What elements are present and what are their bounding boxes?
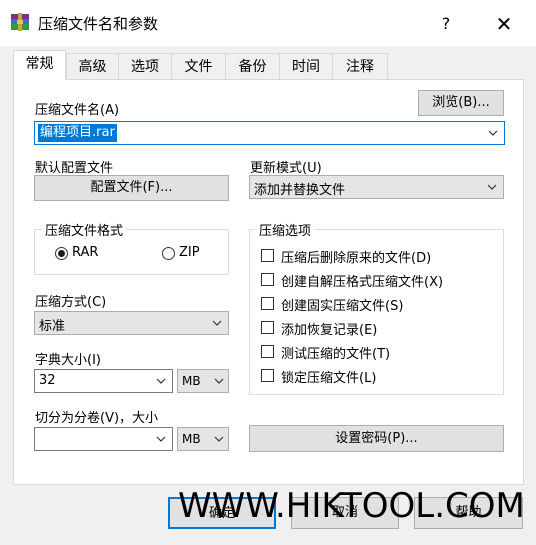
recovery-record-checkbox[interactable] — [261, 321, 274, 334]
test-files-label[interactable]: 测试压缩的文件(T) — [281, 343, 390, 362]
delete-after-label[interactable]: 压缩后删除原来的文件(D) — [281, 247, 431, 266]
archive-format-title: 压缩文件格式 — [42, 220, 127, 239]
update-mode-select[interactable]: 添加并替换文件 — [249, 175, 504, 199]
dictionary-unit-value: MB — [182, 374, 201, 388]
sfx-checkbox[interactable] — [261, 273, 274, 286]
tab-time[interactable]: 时间 — [279, 53, 333, 79]
winrar-app-icon — [11, 13, 29, 31]
split-unit-select[interactable]: MB — [177, 427, 229, 451]
sfx-label[interactable]: 创建自解压格式压缩文件(X) — [281, 271, 443, 290]
solid-archive-label[interactable]: 创建固实压缩文件(S) — [281, 295, 403, 314]
split-size-combo[interactable] — [34, 427, 173, 451]
lock-archive-label[interactable]: 锁定压缩文件(L) — [281, 367, 376, 386]
tab-files[interactable]: 文件 — [171, 53, 226, 79]
tab-advanced[interactable]: 高级 — [66, 53, 119, 79]
update-mode-value: 添加并替换文件 — [254, 183, 346, 198]
archive-options-title: 压缩选项 — [256, 220, 315, 239]
chevron-down-icon[interactable] — [155, 433, 167, 445]
dictionary-size-value[interactable]: 32 — [39, 373, 56, 388]
chevron-down-icon[interactable] — [155, 375, 167, 387]
set-password-button[interactable]: 设置密码(P)... — [249, 425, 504, 452]
tab-comment[interactable]: 注释 — [332, 53, 388, 79]
browse-button[interactable]: 浏览(B)... — [418, 90, 504, 116]
compression-method-label: 压缩方式(C) — [35, 295, 107, 310]
dictionary-size-label: 字典大小(I) — [35, 353, 101, 368]
rar-radio[interactable] — [55, 247, 68, 260]
lock-archive-checkbox[interactable] — [261, 369, 274, 382]
chevron-down-icon[interactable] — [487, 127, 499, 139]
dictionary-unit-select[interactable]: MB — [177, 369, 229, 393]
tab-general[interactable]: 常规 — [13, 50, 66, 80]
split-volumes-label: 切分为分卷(V)，大小 — [35, 411, 159, 426]
profile-button[interactable]: 配置文件(F)... — [34, 175, 229, 201]
archive-name-label: 压缩文件名(A) — [35, 103, 120, 118]
archive-name-input[interactable]: 编程项目.rar — [38, 124, 117, 142]
update-mode-label: 更新模式(U) — [250, 161, 322, 176]
chevron-down-icon — [214, 436, 224, 442]
tab-backup[interactable]: 备份 — [225, 53, 280, 79]
help-question-button[interactable]: ? — [432, 11, 460, 37]
archive-name-combo[interactable]: 编程项目.rar — [34, 121, 505, 145]
close-button[interactable]: ✕ — [486, 10, 522, 38]
compression-method-select[interactable]: 标准 — [34, 311, 229, 335]
watermark-text: WWW.HIKTOOL.COM — [178, 486, 525, 526]
chevron-down-icon — [212, 320, 222, 326]
tab-options[interactable]: 选项 — [118, 53, 172, 79]
recovery-record-label[interactable]: 添加恢复记录(E) — [281, 319, 377, 338]
zip-radio-label[interactable]: ZIP — [179, 245, 200, 260]
solid-archive-checkbox[interactable] — [261, 297, 274, 310]
split-unit-value: MB — [182, 432, 201, 446]
rar-radio-label[interactable]: RAR — [72, 245, 98, 260]
compression-method-value: 标准 — [39, 319, 66, 334]
default-profile-label: 默认配置文件 — [35, 161, 114, 176]
delete-after-checkbox[interactable] — [261, 249, 274, 262]
zip-radio[interactable] — [162, 247, 175, 260]
test-files-checkbox[interactable] — [261, 345, 274, 358]
chevron-down-icon — [487, 184, 497, 190]
dictionary-size-combo[interactable]: 32 — [34, 369, 173, 393]
window-title: 压缩文件名和参数 — [38, 15, 159, 33]
chevron-down-icon — [214, 378, 224, 384]
